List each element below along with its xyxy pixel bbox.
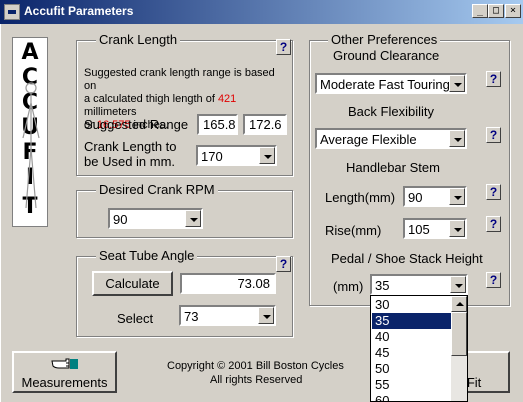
dropdown-scrollbar[interactable] [451, 296, 467, 401]
copyright-text: Copyright © 2001 Bill Boston Cycles [167, 360, 344, 372]
thigh-length-mm: 421 [217, 93, 237, 105]
chevron-down-icon[interactable] [449, 220, 465, 237]
select-label: Select [117, 311, 154, 326]
measurements-label: Measurements [21, 375, 108, 390]
ground-clearance-label: Ground Clearance [333, 48, 440, 63]
crank-length-legend: Crank Length [96, 32, 181, 47]
pedal-stack-label: Pedal / Shoe Stack Height [331, 251, 483, 266]
crank-length-select[interactable]: 170 [196, 145, 277, 166]
crank-rpm-select[interactable]: 90 [108, 208, 203, 229]
seat-angle-result-field[interactable]: 73.08 [180, 273, 276, 294]
logo-letter: A [21, 40, 39, 65]
dropdown-option[interactable]: 40 [372, 329, 452, 345]
app-icon[interactable] [4, 4, 20, 20]
chevron-down-icon[interactable] [450, 276, 466, 293]
pedal-stack-dropdown-list[interactable]: 30 35 40 45 50 55 60 [370, 295, 468, 402]
ground-clearance-value: Moderate Fast Touring [320, 77, 450, 92]
range-max-field[interactable]: 172.6 [243, 114, 287, 135]
seat-tube-help-button[interactable]: ? [276, 256, 291, 272]
crank-length-help-button[interactable]: ? [276, 39, 291, 55]
stem-rise-help-button[interactable]: ? [486, 216, 501, 232]
back-flexibility-label: Back Flexibility [348, 104, 434, 119]
stem-length-value: 90 [408, 190, 423, 205]
scrollbar-thumb[interactable] [451, 312, 467, 356]
measurements-button[interactable]: Measurements [12, 351, 117, 393]
ground-clearance-select[interactable]: Moderate Fast Touring [315, 73, 467, 94]
stem-rise-select[interactable]: 105 [403, 218, 467, 239]
chevron-down-icon[interactable] [185, 210, 201, 227]
dropdown-option[interactable]: 45 [372, 345, 452, 361]
seat-angle-select[interactable]: 73 [179, 305, 276, 326]
dropdown-option-selected[interactable]: 35 [372, 313, 452, 329]
seat-angle-value: 73 [184, 309, 199, 324]
chevron-down-icon[interactable] [259, 147, 275, 164]
crank-length-to-use-label: Crank Length to be Used in mm. [84, 139, 177, 169]
pedal-stack-value: 35 [375, 278, 390, 293]
pedal-stack-select[interactable]: 35 [370, 274, 468, 295]
suggested-range-label: Suggested Range [84, 117, 189, 132]
pedal-stack-help-button[interactable]: ? [486, 272, 501, 288]
pointing-hand-icon [51, 358, 78, 369]
chevron-down-icon[interactable] [449, 75, 465, 92]
ground-clearance-help-button[interactable]: ? [486, 71, 501, 87]
seat-tube-legend: Seat Tube Angle [96, 248, 198, 263]
stem-rise-value: 105 [408, 222, 430, 237]
stem-rise-label: Rise(mm) [325, 223, 382, 238]
human-figure-icon [22, 82, 40, 209]
back-flexibility-select[interactable]: Average Flexible [315, 128, 467, 149]
close-button[interactable]: × [505, 4, 521, 18]
back-flexibility-help-button[interactable]: ? [486, 127, 501, 143]
minimize-button[interactable]: _ [472, 4, 488, 18]
stem-length-label: Length(mm) [325, 190, 396, 205]
chevron-down-icon[interactable] [449, 188, 465, 205]
crank-rpm-value: 90 [113, 212, 128, 227]
crank-length-value: 170 [201, 149, 223, 164]
calculate-button[interactable]: Calculate [92, 271, 173, 296]
accufit-logo: A C C U F I T [12, 37, 48, 227]
scroll-up-button[interactable] [451, 296, 467, 312]
dropdown-option[interactable]: 60 [372, 393, 452, 401]
maximize-button[interactable]: □ [488, 4, 504, 18]
other-preferences-legend: Other Preferences [328, 32, 441, 47]
crank-rpm-legend: Desired Crank RPM [96, 182, 218, 197]
dropdown-option[interactable]: 30 [372, 297, 452, 313]
back-flexibility-value: Average Flexible [320, 132, 417, 147]
rights-text: All rights Reserved [210, 374, 303, 386]
pedal-stack-unit: (mm) [333, 279, 364, 294]
dropdown-option[interactable]: 55 [372, 377, 452, 393]
handlebar-stem-label: Handlebar Stem [346, 160, 440, 175]
stem-length-help-button[interactable]: ? [486, 184, 501, 200]
stem-length-select[interactable]: 90 [403, 186, 467, 207]
window-title: Accufit Parameters [24, 4, 134, 18]
chevron-down-icon[interactable] [449, 130, 465, 147]
title-bar[interactable]: Accufit Parameters _ □ × [0, 0, 523, 24]
range-min-field[interactable]: 165.8 [197, 114, 238, 135]
description-line: Suggested crank length range is based on [84, 67, 275, 92]
dropdown-option[interactable]: 50 [372, 361, 452, 377]
chevron-down-icon[interactable] [258, 307, 274, 324]
